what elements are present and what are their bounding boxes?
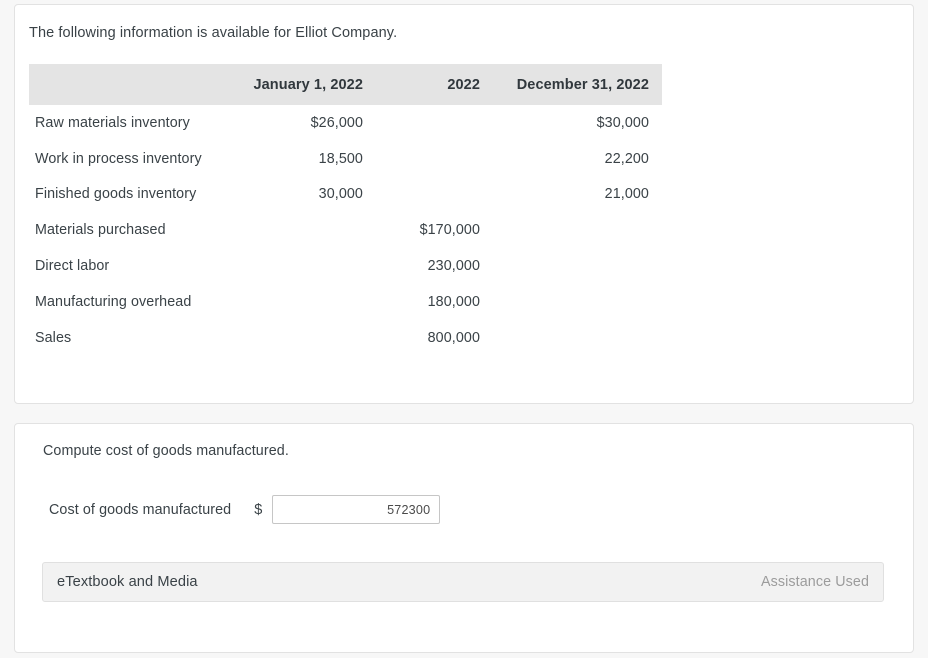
row-value-2022: $170,000 — [419, 222, 480, 239]
row-value-january-1-2022: $26,000 — [310, 114, 363, 131]
row-value-december-31-2022 — [493, 212, 662, 248]
answer-card: Compute cost of goods manufactured. Cost… — [14, 423, 914, 653]
row-value-december-31-2022: 22,200 — [604, 150, 649, 167]
table-row: Sales 800,000 — [29, 320, 662, 356]
row-value-2022: 230,000 — [427, 258, 480, 275]
question-prompt: Compute cost of goods manufactured. — [43, 443, 289, 459]
row-label: Direct labor — [35, 258, 110, 275]
information-card: The following information is available f… — [14, 4, 914, 404]
cost-of-goods-manufactured-input[interactable] — [272, 495, 441, 524]
row-label: Sales — [35, 329, 72, 346]
row-value-2022 — [376, 177, 493, 213]
row-value-2022 — [376, 105, 493, 141]
row-value-january-1-2022 — [229, 212, 376, 248]
row-value-january-1-2022 — [229, 248, 376, 284]
row-value-december-31-2022: 21,000 — [604, 186, 649, 203]
row-value-january-1-2022 — [229, 320, 376, 356]
row-value-december-31-2022 — [493, 248, 662, 284]
row-value-2022: 800,000 — [427, 329, 480, 346]
row-value-december-31-2022: $30,000 — [596, 114, 649, 131]
table-row: Raw materials inventory $26,000 $30,000 — [29, 105, 662, 141]
row-label: Work in process inventory — [35, 150, 202, 167]
row-value-january-1-2022: 30,000 — [318, 186, 363, 203]
row-value-december-31-2022 — [493, 284, 662, 320]
assistance-used-status: Assistance Used — [761, 574, 869, 590]
intro-text: The following information is available f… — [29, 25, 398, 41]
column-header-2022: 2022 — [447, 76, 480, 93]
company-information-table: January 1, 2022 2022 December 31, 2022 R… — [29, 64, 662, 356]
row-value-2022: 180,000 — [427, 293, 480, 310]
row-value-december-31-2022 — [493, 320, 662, 356]
etextbook-and-media-bar: eTextbook and Media Assistance Used — [42, 562, 884, 602]
row-value-january-1-2022 — [229, 284, 376, 320]
column-header-december-31-2022: December 31, 2022 — [516, 76, 649, 93]
currency-symbol: $ — [254, 501, 263, 518]
row-label: Manufacturing overhead — [35, 293, 192, 310]
row-value-2022 — [376, 141, 493, 177]
answer-row: Cost of goods manufactured $ — [49, 495, 441, 524]
table-row: Work in process inventory 18,500 22,200 — [29, 141, 662, 177]
answer-field-label: Cost of goods manufactured — [49, 501, 232, 518]
row-label: Raw materials inventory — [35, 114, 190, 131]
page-root: The following information is available f… — [0, 0, 928, 658]
table-row: Direct labor 230,000 — [29, 248, 662, 284]
table-row: Materials purchased $170,000 — [29, 212, 662, 248]
table-header: January 1, 2022 2022 December 31, 2022 — [29, 64, 662, 105]
table-body: Raw materials inventory $26,000 $30,000 Wor… — [29, 105, 662, 356]
table-row: Manufacturing overhead 180,000 — [29, 284, 662, 320]
column-header-january-1-2022: January 1, 2022 — [253, 76, 363, 93]
table-header-row: January 1, 2022 2022 December 31, 2022 — [29, 64, 662, 105]
table-row: Finished goods inventory 30,000 21,000 — [29, 177, 662, 213]
row-label: Finished goods inventory — [35, 186, 197, 203]
row-value-january-1-2022: 18,500 — [318, 150, 363, 167]
row-label: Materials purchased — [35, 222, 166, 239]
etextbook-and-media-link[interactable]: eTextbook and Media — [57, 574, 198, 590]
column-header-label — [29, 64, 229, 105]
